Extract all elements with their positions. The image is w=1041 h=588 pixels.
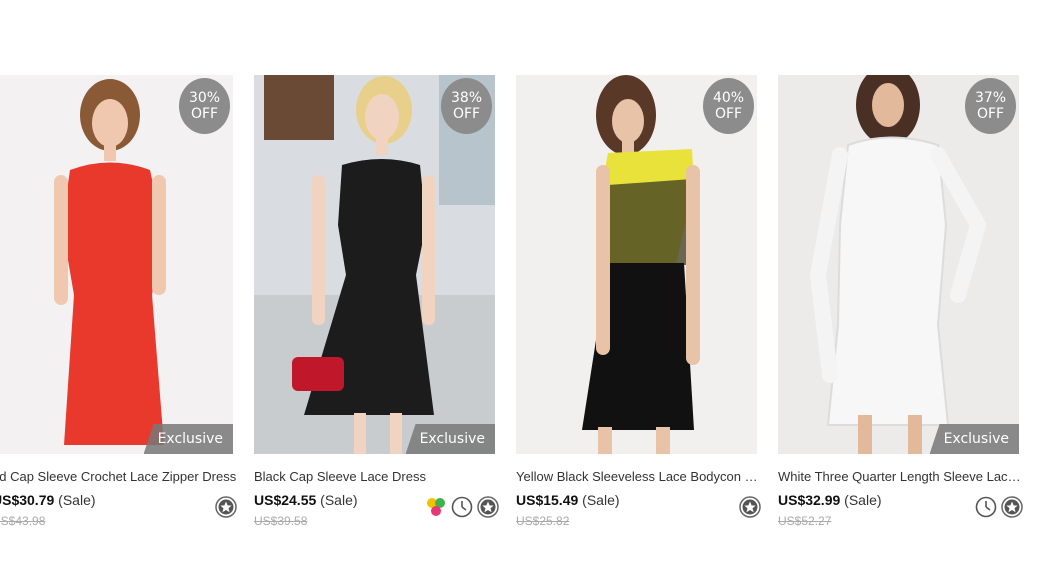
product-card[interactable]: 40% OFF Yellow Black Sleeveless Lace Body… xyxy=(516,75,761,528)
discount-badge: 40% OFF xyxy=(703,78,754,134)
price-line: US$32.99 (Sale) xyxy=(778,492,882,508)
price-line: US$30.79 (Sale) xyxy=(0,492,96,508)
sale-price: US$30.79 xyxy=(0,492,55,508)
star-badge-icon[interactable] xyxy=(477,496,499,518)
product-name[interactable]: Black Cap Sleeve Lace Dress xyxy=(254,469,499,484)
star-badge-icon[interactable] xyxy=(1001,496,1023,518)
price-line: US$15.49 (Sale) xyxy=(516,492,620,508)
sale-price: US$32.99 xyxy=(778,492,841,508)
product-image[interactable]: 30% OFF Exclusive xyxy=(0,75,233,454)
product-name[interactable]: ed Cap Sleeve Crochet Lace Zipper Dress xyxy=(0,469,237,484)
product-icons xyxy=(215,496,237,518)
exclusive-label: Exclusive xyxy=(405,424,495,454)
original-price: US$43.98 xyxy=(0,514,46,528)
exclusive-label: Exclusive xyxy=(929,424,1019,454)
original-price: US$25.82 xyxy=(516,514,570,528)
product-icons xyxy=(975,496,1023,518)
color-options-icon[interactable] xyxy=(425,496,447,518)
sale-price: US$15.49 xyxy=(516,492,579,508)
clock-icon[interactable] xyxy=(451,496,473,518)
original-price: US$52.27 xyxy=(778,514,832,528)
sale-price: US$24.55 xyxy=(254,492,317,508)
sale-label: (Sale) xyxy=(58,492,96,508)
product-icons xyxy=(425,496,499,518)
discount-badge: 30% OFF xyxy=(179,78,230,134)
product-name[interactable]: Yellow Black Sleeveless Lace Bodycon Dre… xyxy=(516,469,761,484)
discount-badge: 37% OFF xyxy=(965,78,1016,134)
price-line: US$24.55 (Sale) xyxy=(254,492,358,508)
sale-label: (Sale) xyxy=(582,492,620,508)
product-image[interactable]: 40% OFF xyxy=(516,75,757,454)
sale-label: (Sale) xyxy=(844,492,882,508)
discount-badge: 38% OFF xyxy=(441,78,492,134)
product-name[interactable]: White Three Quarter Length Sleeve Lace S… xyxy=(778,469,1023,484)
product-icons xyxy=(739,496,761,518)
sale-label: (Sale) xyxy=(320,492,358,508)
product-image[interactable]: 37% OFF Exclusive xyxy=(778,75,1019,454)
original-price: US$39.58 xyxy=(254,514,308,528)
exclusive-label: Exclusive xyxy=(143,424,233,454)
product-card[interactable]: 38% OFF Exclusive Black Cap Sleeve Lace D… xyxy=(254,75,499,528)
clock-icon[interactable] xyxy=(975,496,997,518)
product-card[interactable]: 30% OFF Exclusive ed Cap Sleeve Crochet L… xyxy=(0,75,237,528)
star-badge-icon[interactable] xyxy=(739,496,761,518)
star-badge-icon[interactable] xyxy=(215,496,237,518)
product-image[interactable]: 38% OFF Exclusive xyxy=(254,75,495,454)
product-card[interactable]: 37% OFF Exclusive White Three Quarter Len… xyxy=(778,75,1023,528)
